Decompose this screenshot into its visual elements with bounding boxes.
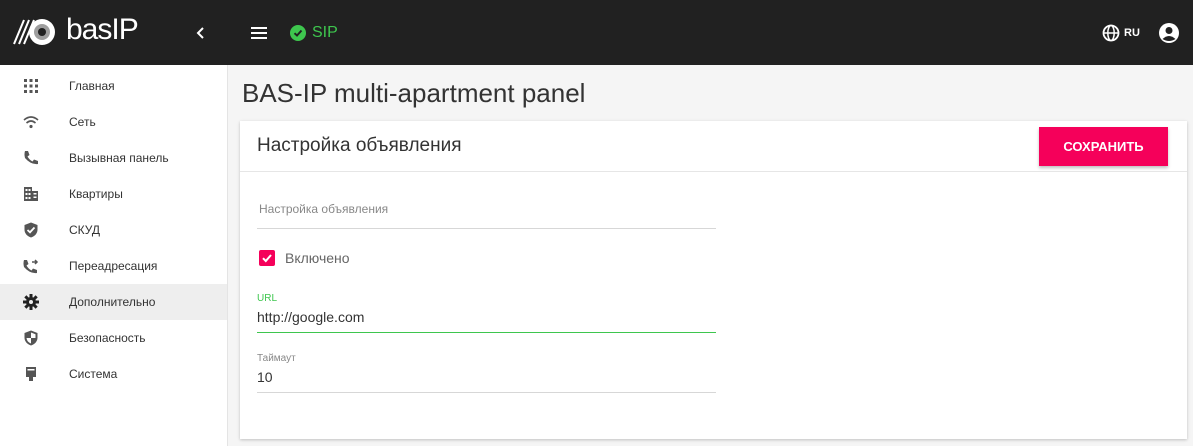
account-icon[interactable] <box>1158 22 1180 44</box>
phone-icon <box>24 151 38 165</box>
shield-check-icon <box>24 222 38 238</box>
sidebar-item-label: Дополнительно <box>69 295 156 309</box>
sidebar: Главная Сеть Вызывная панель Квартиры СК… <box>0 65 228 446</box>
building-icon <box>24 187 38 201</box>
language-label: RU <box>1124 27 1140 39</box>
grid-icon <box>24 79 38 93</box>
url-field-underline <box>257 332 716 333</box>
sip-label: SIP <box>312 24 338 41</box>
phone-forward-icon <box>23 259 39 274</box>
check-circle-icon <box>290 25 306 41</box>
timeout-field-label: Таймаут <box>257 353 296 364</box>
hamburger-icon <box>251 27 267 39</box>
card-header: Настройка объявления СОХРАНИТЬ <box>240 121 1187 172</box>
sidebar-item-home[interactable]: Главная <box>0 68 227 104</box>
checkmark-icon <box>262 254 272 263</box>
language-button[interactable]: RU <box>1102 22 1140 44</box>
sidebar-item-system[interactable]: Система <box>0 356 227 392</box>
timeout-input[interactable]: 10 <box>257 369 273 385</box>
sidebar-item-additional[interactable]: Дополнительно <box>0 284 227 320</box>
sidebar-item-label: Вызывная панель <box>69 151 169 165</box>
timeout-field-underline <box>257 392 716 393</box>
logo-text: basIP <box>66 13 139 46</box>
sip-status: SIP <box>290 22 338 44</box>
menu-button[interactable] <box>248 22 270 44</box>
page-title: BAS-IP multi-apartment panel <box>242 78 586 108</box>
url-field-label: URL <box>257 293 278 304</box>
wifi-icon <box>23 116 39 129</box>
collapse-sidebar-button[interactable] <box>190 22 210 44</box>
enabled-checkbox[interactable] <box>259 250 275 266</box>
sidebar-item-call-panel[interactable]: Вызывная панель <box>0 140 227 176</box>
sidebar-item-label: Квартиры <box>69 187 123 201</box>
sidebar-item-access-control[interactable]: СКУД <box>0 212 227 248</box>
announcement-field[interactable]: Настройка объявления <box>257 193 716 229</box>
gear-icon <box>23 294 39 310</box>
sidebar-item-label: Система <box>69 367 118 381</box>
device-icon <box>26 367 36 381</box>
sidebar-item-network[interactable]: Сеть <box>0 104 227 140</box>
chevron-left-icon <box>196 27 204 39</box>
sidebar-item-apartments[interactable]: Квартиры <box>0 176 227 212</box>
sidebar-item-label: Безопасность <box>69 331 146 345</box>
logo-mark-icon <box>13 19 55 45</box>
enabled-checkbox-row[interactable]: Включено <box>259 249 350 267</box>
card-title: Настройка объявления <box>257 135 462 156</box>
globe-icon <box>1102 24 1120 42</box>
sidebar-item-label: Переадресация <box>69 259 158 273</box>
sidebar-item-label: Главная <box>69 79 115 93</box>
sidebar-item-label: Сеть <box>69 115 96 129</box>
sidebar-item-label: СКУД <box>69 223 101 237</box>
top-bar: basIP SIP RU <box>0 0 1193 65</box>
enabled-label: Включено <box>285 250 350 266</box>
announcement-settings-card: Настройка объявления СОХРАНИТЬ Настройка… <box>240 121 1187 439</box>
sidebar-item-security[interactable]: Безопасность <box>0 320 227 356</box>
sidebar-item-forwarding[interactable]: Переадресация <box>0 248 227 284</box>
announcement-field-placeholder: Настройка объявления <box>259 202 389 216</box>
url-input[interactable]: http://google.com <box>257 309 364 325</box>
save-button[interactable]: СОХРАНИТЬ <box>1039 127 1168 166</box>
security-shield-icon <box>24 330 38 346</box>
